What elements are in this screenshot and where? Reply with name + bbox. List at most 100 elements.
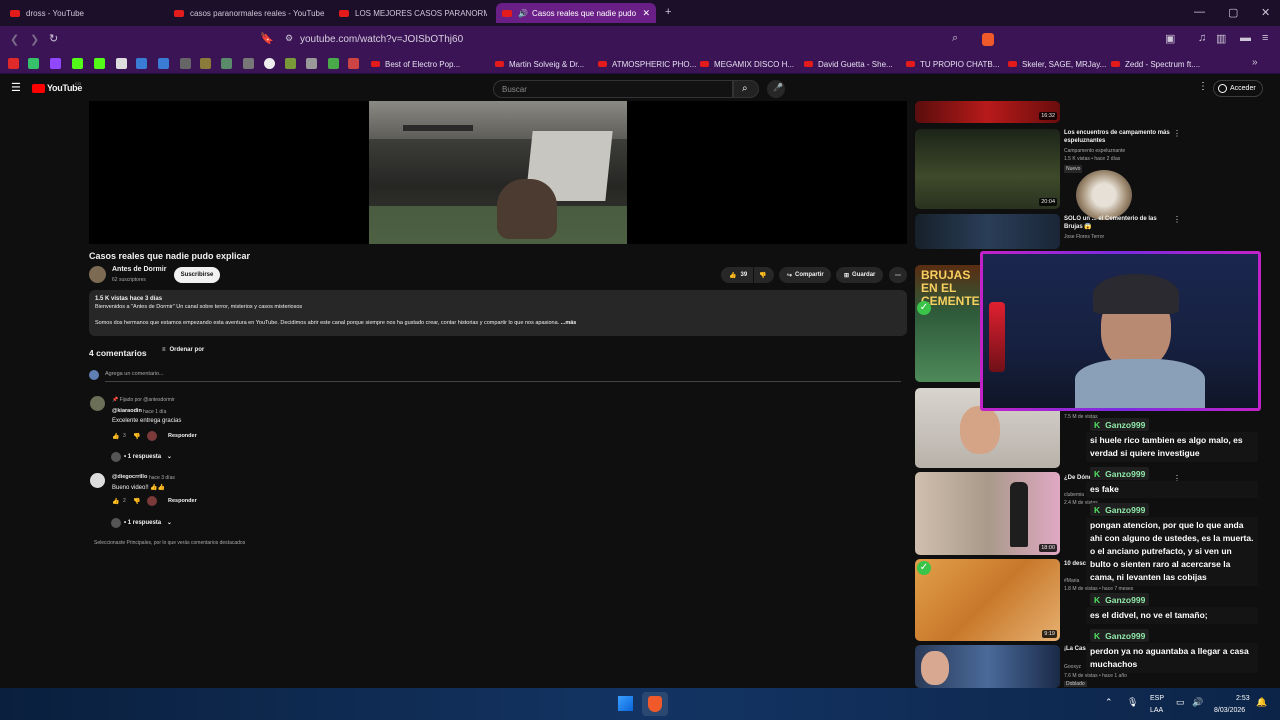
tab-mejores-casos[interactable]: LOS MEJORES CASOS PARANORMAL — [333, 3, 487, 23]
twitch-icon[interactable] — [50, 58, 61, 69]
bookmark-item[interactable]: Martin Solveig & Dr... — [495, 57, 584, 71]
more-options-icon[interactable]: ⋮ — [1173, 129, 1181, 138]
clock-date[interactable]: 8/03/2026 — [1214, 707, 1245, 714]
reply-button[interactable]: Responder — [168, 433, 197, 439]
comment-dislike-button[interactable]: 👎 — [133, 433, 140, 440]
sidebar-video-title[interactable]: SOLO un ... el Cementerio de las Brujas … — [1064, 215, 1172, 231]
new-tab-icon[interactable]: + — [665, 6, 671, 18]
close-window-icon[interactable]: ✕ — [1261, 6, 1270, 19]
clock-time[interactable]: 2:53 — [1236, 695, 1250, 702]
bookmark-item[interactable]: Skeler, SAGE, MRJay... — [1008, 57, 1106, 71]
more-options-icon[interactable]: ⋮ — [1198, 81, 1208, 92]
more-actions-button[interactable]: ⋯ — [889, 267, 907, 283]
sidebar-thumbnail[interactable]: 16:32 — [915, 101, 1060, 123]
bookmark-icon[interactable]: 🔖 — [260, 32, 274, 45]
bookmark-favicon[interactable] — [136, 58, 147, 69]
bookmark-item[interactable]: MEGAMIX DISCO H... — [700, 57, 794, 71]
commenter-avatar[interactable] — [90, 473, 105, 488]
replies-toggle[interactable]: • 1 respuesta ⌄ — [124, 453, 172, 460]
network-icon[interactable]: ▭ — [1176, 697, 1185, 708]
tab-casos-paranormales[interactable]: casos paranormales reales - YouTube — [168, 3, 328, 23]
media-icon[interactable]: ♫ — [1198, 32, 1206, 44]
bookmark-item[interactable]: Zedd - Spectrum ft.... — [1111, 57, 1200, 71]
channel-avatar[interactable] — [89, 266, 106, 283]
volume-icon[interactable]: 🔊 — [1192, 697, 1203, 708]
search-input[interactable]: Buscar — [493, 80, 733, 98]
forward-icon[interactable]: ❯ — [30, 33, 39, 46]
bookmark-favicon[interactable] — [243, 58, 254, 69]
notification-icon[interactable]: 🔔 — [1256, 697, 1267, 708]
bookmark-item[interactable]: ATMOSPHERIC PHO... — [598, 57, 696, 71]
bookmark-favicon[interactable] — [285, 58, 296, 69]
add-comment-input[interactable]: Agrega un comentario... — [105, 371, 164, 377]
replies-toggle[interactable]: • 1 respuesta ⌄ — [124, 519, 172, 526]
comment-handle[interactable]: @diegocrrillo — [112, 474, 147, 480]
like-button[interactable]: 👍 39 — [721, 267, 753, 283]
bookmark-favicon[interactable] — [180, 58, 191, 69]
windows-start-icon[interactable] — [618, 696, 633, 711]
zoom-icon[interactable]: ⌕ — [952, 32, 958, 45]
sidebar-icon[interactable]: ▣ — [1165, 32, 1175, 45]
sidebar-thumbnail[interactable]: 18:00 — [915, 472, 1060, 555]
bookmark-favicon[interactable] — [306, 58, 317, 69]
minimize-icon[interactable]: — — [1194, 6, 1205, 18]
wallet-icon[interactable]: ▥ — [1216, 32, 1226, 45]
sort-button[interactable]: ≡ Ordenar por — [162, 347, 204, 353]
reload-icon[interactable]: ↻ — [49, 32, 58, 45]
more-bookmarks-icon[interactable]: » — [1252, 57, 1258, 68]
bookmark-item[interactable]: TU PROPIO CHATB... — [906, 57, 999, 71]
chevron-up-icon[interactable]: ⌃ — [1105, 697, 1113, 708]
close-tab-icon[interactable]: ✕ — [642, 8, 650, 19]
voice-search-button[interactable]: 🎤 — [767, 80, 785, 98]
taskbar-brave-button[interactable] — [642, 692, 668, 716]
bookmark-favicon[interactable] — [328, 58, 339, 69]
mic-icon[interactable]: 🎙 — [1127, 697, 1138, 708]
search-button[interactable]: ⌕ — [733, 80, 759, 98]
vpn-icon[interactable]: ▬ — [1240, 32, 1251, 44]
share-button[interactable]: ↪ Compartir — [779, 267, 831, 283]
bookmark-favicon[interactable] — [8, 58, 19, 69]
more-options-icon[interactable]: ⋮ — [1173, 215, 1181, 224]
site-info-icon[interactable]: ⚙ — [285, 33, 293, 44]
sidebar-video-title[interactable]: Los encuentros de campamento más espeluz… — [1064, 129, 1172, 145]
bookmark-item[interactable]: David Guetta - She... — [804, 57, 893, 71]
github-icon[interactable] — [264, 58, 275, 69]
save-button[interactable]: ⊞ Guardar — [836, 267, 883, 283]
dislike-button[interactable]: 👎 — [754, 267, 774, 283]
subscribe-button[interactable]: Suscribirse — [174, 267, 220, 283]
maximize-icon[interactable]: ▢ — [1228, 6, 1238, 19]
bookmark-item[interactable]: Best of Electro Pop... — [371, 57, 460, 71]
comment-like-button[interactable]: 👍 — [112, 433, 119, 440]
description-box[interactable]: 1.5 K vistas hace 3 días Bienvenidos a "… — [89, 290, 907, 336]
comment-like-button[interactable]: 👍 — [112, 498, 119, 505]
sidebar-thumbnail[interactable] — [915, 645, 1060, 688]
channel-name[interactable]: Antes de Dormir — [112, 266, 166, 273]
kick-icon[interactable] — [72, 58, 83, 69]
bookmark-favicon[interactable] — [116, 58, 127, 69]
bookmark-favicon[interactable] — [348, 58, 359, 69]
comment-dislike-button[interactable]: 👎 — [133, 498, 140, 505]
commenter-avatar[interactable] — [90, 396, 105, 411]
brave-shield-icon[interactable] — [982, 33, 994, 46]
hamburger-menu-icon[interactable]: ☰ — [11, 81, 21, 94]
keyboard-layout[interactable]: LAA — [1150, 707, 1163, 714]
video-frame[interactable] — [369, 101, 627, 244]
sidebar-thumbnail[interactable]: ✓ 9:19 — [915, 559, 1060, 641]
tab-dross[interactable]: dross - YouTube — [4, 3, 164, 23]
signin-button[interactable]: Acceder — [1213, 80, 1263, 97]
bookmark-favicon[interactable] — [28, 58, 39, 69]
bookmark-favicon[interactable] — [158, 58, 169, 69]
comment-handle[interactable]: @kiaraodin — [112, 408, 142, 414]
back-icon[interactable]: ❮ — [10, 33, 19, 46]
sidebar-thumbnail[interactable]: 20:04 — [915, 129, 1060, 209]
menu-icon[interactable]: ≡ — [1262, 32, 1268, 44]
language-indicator[interactable]: ESP — [1150, 695, 1164, 702]
bookmark-favicon[interactable] — [200, 58, 211, 69]
kick-icon[interactable] — [94, 58, 105, 69]
reply-button[interactable]: Responder — [168, 498, 197, 504]
tab-active-video[interactable]: 🔊 Casos reales que nadie pudo ✕ — [496, 3, 656, 23]
show-more-link[interactable]: ...más — [561, 320, 577, 326]
bookmark-favicon[interactable] — [221, 58, 232, 69]
youtube-logo-icon[interactable] — [32, 84, 45, 93]
sidebar-thumbnail[interactable] — [915, 214, 1060, 249]
